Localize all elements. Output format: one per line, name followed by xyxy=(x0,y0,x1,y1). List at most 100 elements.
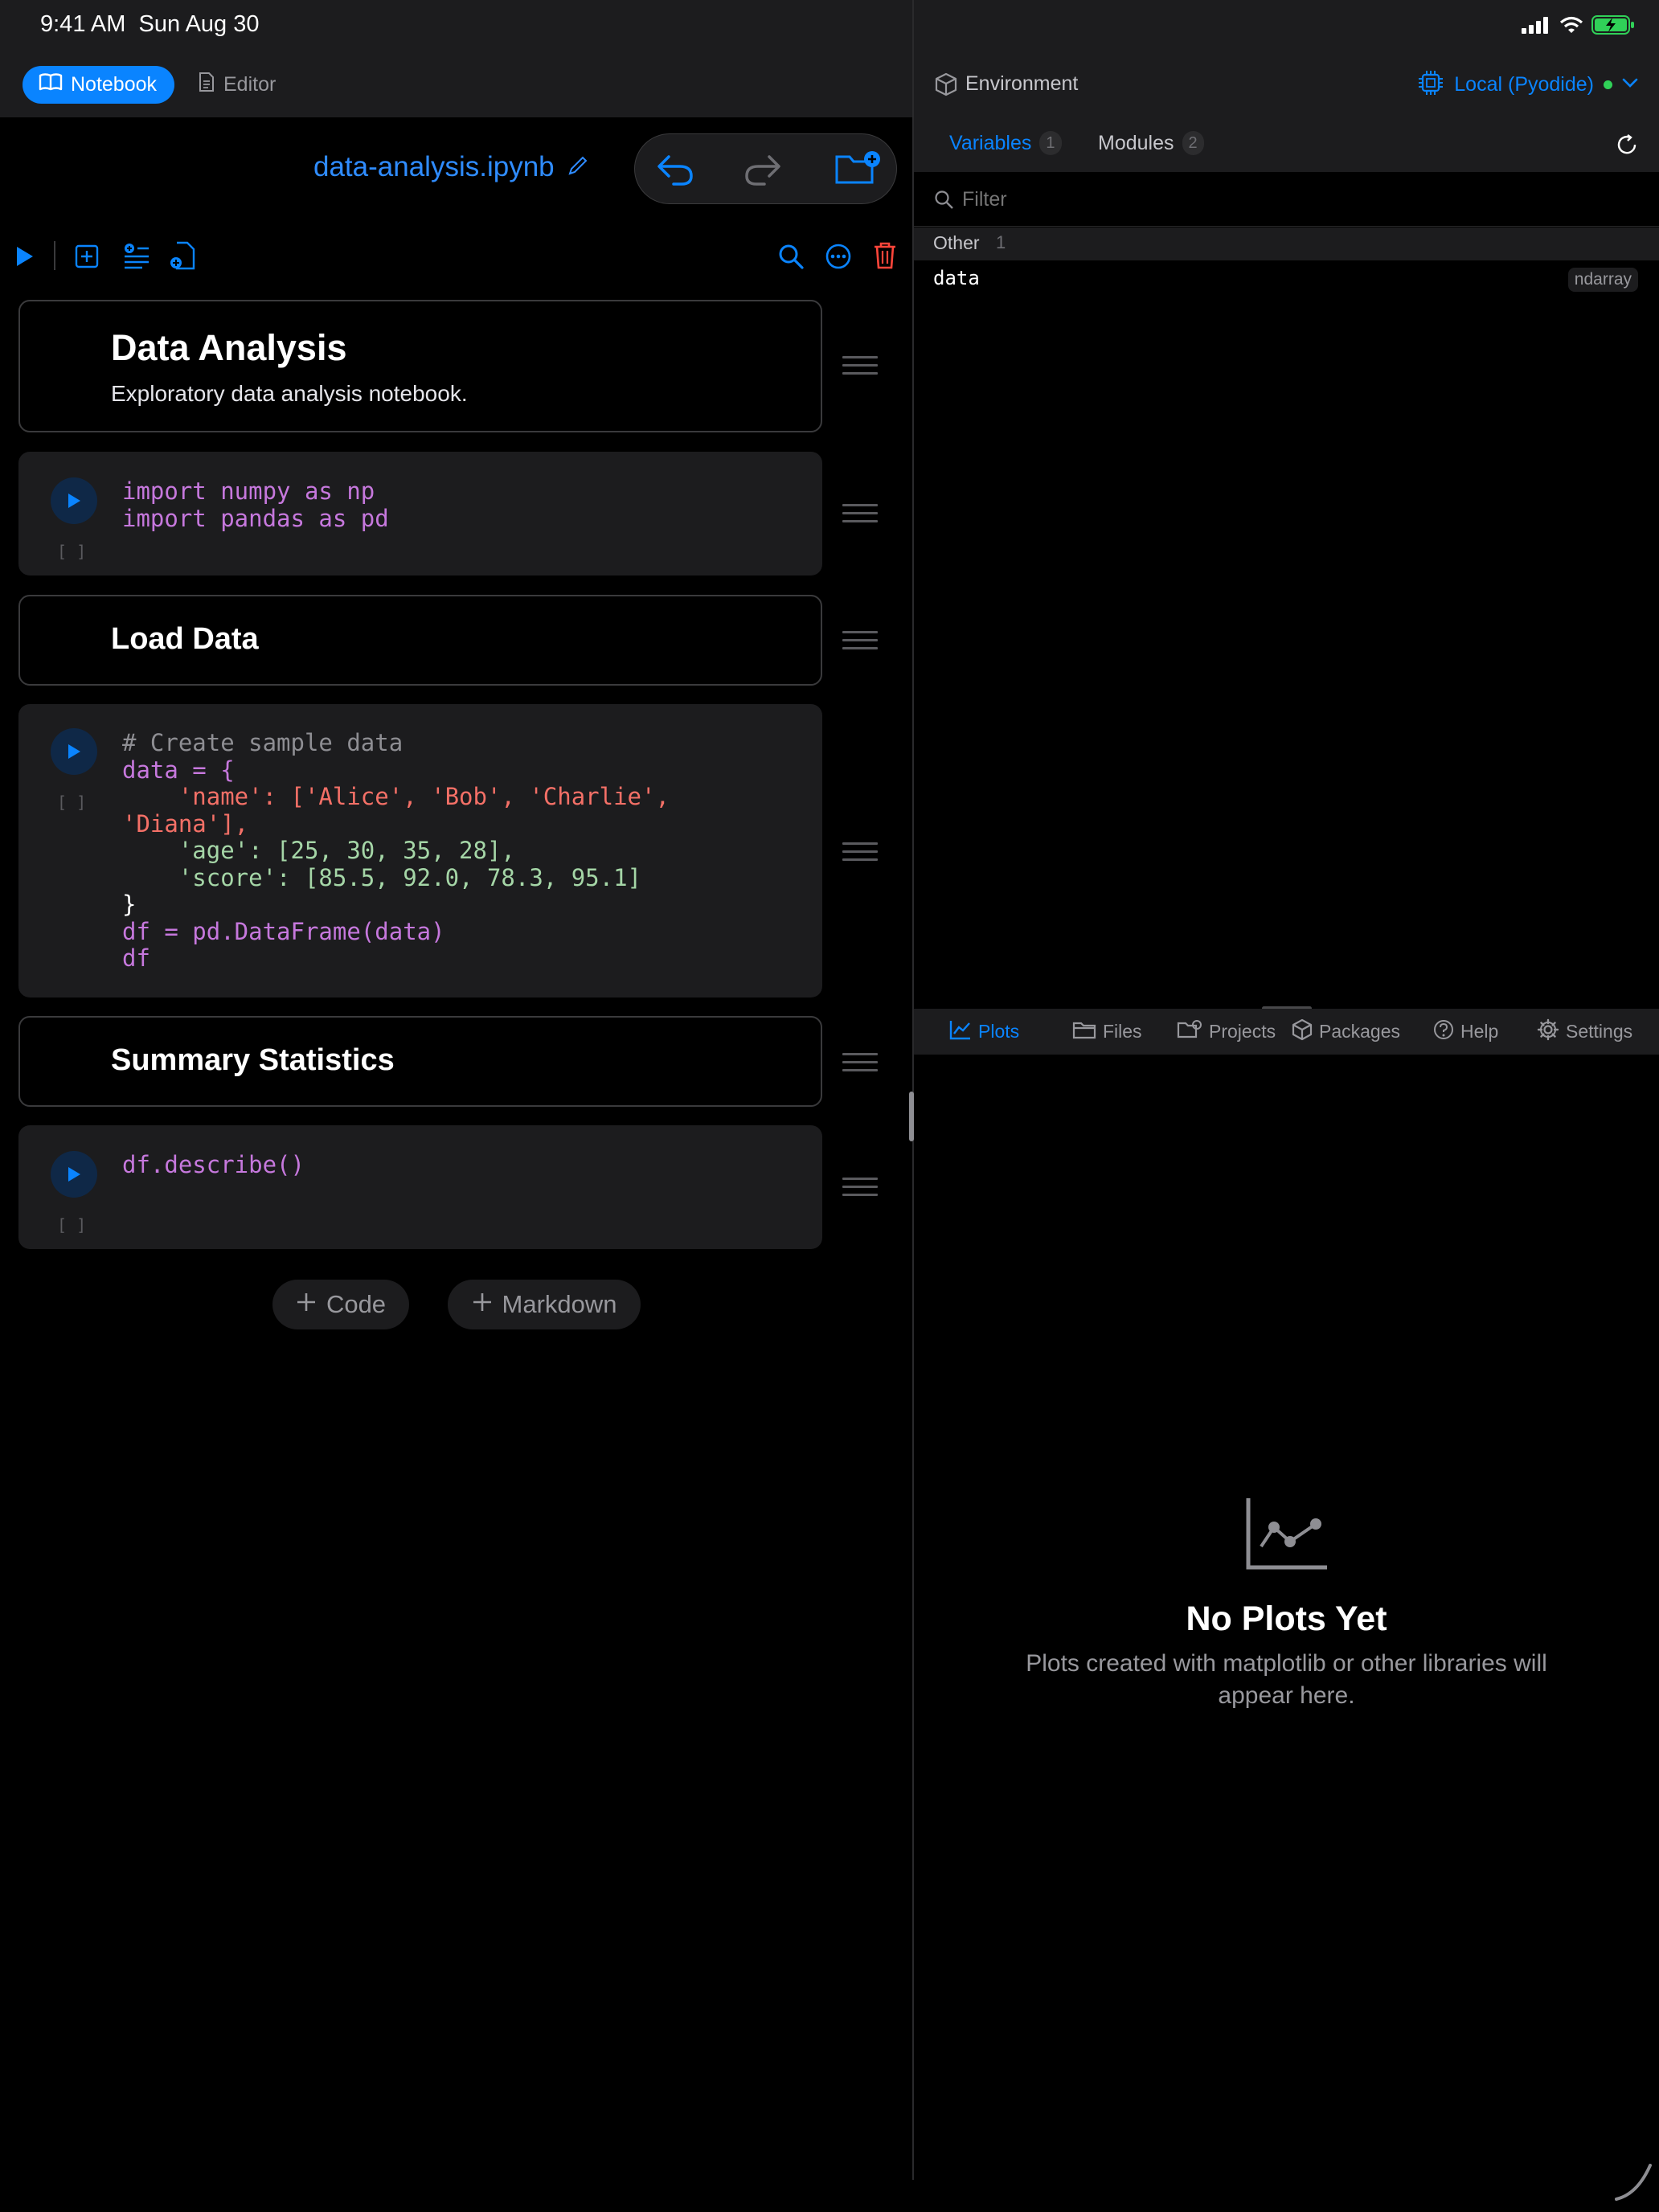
add-text-cell-icon[interactable] xyxy=(123,242,150,273)
redo-icon[interactable] xyxy=(743,152,782,191)
cell-heading: Load Data xyxy=(111,622,259,656)
more-options-icon[interactable] xyxy=(825,243,852,274)
notebook-tab[interactable]: Notebook xyxy=(23,66,175,104)
execution-count: [ ] xyxy=(57,542,87,561)
variables-count-badge: 1 xyxy=(1039,131,1062,155)
markdown-cell[interactable]: Summary Statistics xyxy=(18,1016,822,1107)
code-line: import pandas as pd xyxy=(122,504,389,532)
tab-settings[interactable]: Settings xyxy=(1537,1009,1632,1055)
status-date: Sun Aug 30 xyxy=(138,11,260,37)
help-icon xyxy=(1433,1019,1454,1045)
add-code-cell-button[interactable]: Code xyxy=(272,1280,409,1329)
empty-state-subtitle: Plots created with matplotlib or other l… xyxy=(1026,1650,1547,1709)
cell-heading: Data Analysis xyxy=(111,327,347,368)
document-icon xyxy=(198,72,215,98)
search-icon xyxy=(934,190,955,215)
drag-handle-icon[interactable] xyxy=(842,1178,878,1202)
tab-packages[interactable]: Packages xyxy=(1292,1009,1400,1055)
run-cell-button[interactable] xyxy=(51,1151,97,1198)
tab-files[interactable]: Files xyxy=(1072,1009,1142,1055)
cellular-signal-icon xyxy=(1521,15,1551,39)
tab-projects-label: Projects xyxy=(1209,1021,1276,1042)
filter-input[interactable] xyxy=(962,183,1637,215)
variable-name: data xyxy=(933,267,980,289)
add-markdown-label: Markdown xyxy=(502,1290,617,1318)
drag-handle-icon[interactable] xyxy=(842,842,878,866)
environment-header: Environment Local (Pyodide) xyxy=(914,0,1659,117)
code-line: # Create sample data xyxy=(122,729,403,756)
filter-bar xyxy=(914,172,1659,227)
runtime-selector[interactable]: Local (Pyodide) xyxy=(1417,69,1638,100)
app-root: 9:41 AM Sun Aug 30 Notebook Editor data-… xyxy=(0,0,1659,2212)
variable-type-badge: ndarray xyxy=(1567,268,1638,292)
drag-handle-icon[interactable] xyxy=(842,631,878,655)
history-toolbar xyxy=(634,133,897,204)
tab-files-label: Files xyxy=(1103,1021,1142,1042)
code-source[interactable]: # Create sample data data = { 'name': ['… xyxy=(122,729,670,973)
gear-icon xyxy=(1537,1018,1559,1046)
code-cell[interactable]: [ ] df.describe() xyxy=(18,1125,822,1249)
refresh-icon[interactable] xyxy=(1616,133,1638,160)
status-clock: 9:41 AM Sun Aug 30 xyxy=(40,11,260,38)
home-indicator-corner xyxy=(1613,2162,1653,2206)
battery-charging-icon xyxy=(1591,14,1635,39)
markdown-cell[interactable]: Data Analysis Exploratory data analysis … xyxy=(18,300,822,432)
add-cell-icon[interactable] xyxy=(74,244,100,273)
status-icons xyxy=(1521,14,1635,39)
toolbar-separator xyxy=(54,241,55,270)
cell-heading: Summary Statistics xyxy=(111,1043,395,1077)
code-line: data = { xyxy=(122,756,235,784)
editor-tab-label: Editor xyxy=(223,73,276,96)
line-chart-icon xyxy=(949,1019,972,1045)
status-time: 9:41 AM xyxy=(40,11,126,37)
add-markdown-cell-button[interactable]: Markdown xyxy=(448,1280,641,1329)
tab-help[interactable]: Help xyxy=(1433,1009,1498,1055)
pencil-icon xyxy=(567,151,588,183)
line-chart-icon xyxy=(1245,1497,1329,1575)
drag-handle-icon[interactable] xyxy=(842,504,878,528)
notebook-title-text: data-analysis.ipynb xyxy=(313,151,555,182)
code-source[interactable]: df.describe() xyxy=(122,1151,305,1179)
tab-packages-label: Packages xyxy=(1319,1021,1401,1042)
code-cell[interactable]: [ ] # Create sample data data = { 'name'… xyxy=(18,704,822,997)
notebook-pane: 9:41 AM Sun Aug 30 Notebook Editor data-… xyxy=(0,0,912,2212)
notebook-title[interactable]: data-analysis.ipynb xyxy=(313,151,588,183)
editor-tab[interactable]: Editor xyxy=(198,66,276,104)
tab-help-label: Help xyxy=(1460,1021,1499,1042)
run-all-icon[interactable] xyxy=(14,244,35,272)
tab-modules[interactable]: Modules 2 xyxy=(1098,131,1204,155)
wifi-icon xyxy=(1559,15,1583,39)
variable-row[interactable]: data ndarray xyxy=(914,260,1659,299)
tab-variables[interactable]: Variables 1 xyxy=(949,131,1062,155)
variables-section-header: Other 1 xyxy=(914,227,1659,260)
tab-plots[interactable]: Plots xyxy=(949,1009,1019,1055)
undo-icon[interactable] xyxy=(656,152,694,191)
code-cell[interactable]: [ ] import numpy as np import pandas as … xyxy=(18,452,822,576)
drag-handle-icon[interactable] xyxy=(842,1053,878,1077)
run-cell-button[interactable] xyxy=(51,728,97,775)
plus-icon xyxy=(296,1290,317,1319)
new-folder-icon[interactable] xyxy=(834,149,883,191)
code-source[interactable]: import numpy as np import pandas as pd xyxy=(122,477,389,532)
code-line: 'Diana'], xyxy=(122,809,249,838)
modules-count-badge: 2 xyxy=(1182,131,1204,155)
code-line: df xyxy=(122,944,150,972)
cpu-icon xyxy=(1417,69,1444,100)
runtime-status-dot xyxy=(1604,80,1612,89)
drag-handle-icon[interactable] xyxy=(842,356,878,380)
environment-title: Environment xyxy=(965,72,1079,95)
execution-count: [ ] xyxy=(57,1215,87,1235)
bottom-tabs: Plots Files Projects Packages Help Setti… xyxy=(914,1009,1659,1055)
code-line: 'name': ['Alice', 'Bob', 'Charlie', xyxy=(122,783,670,810)
add-file-cell-icon[interactable] xyxy=(169,240,196,275)
section-title: Other xyxy=(933,232,980,253)
trash-icon[interactable] xyxy=(873,241,897,274)
tab-projects[interactable]: Projects xyxy=(1177,1009,1276,1055)
add-code-label: Code xyxy=(326,1290,387,1318)
play-icon xyxy=(68,494,80,508)
runtime-label: Local (Pyodide) xyxy=(1454,73,1594,96)
run-cell-button[interactable] xyxy=(51,477,97,524)
markdown-cell[interactable]: Load Data xyxy=(18,595,822,686)
environment-title-bar: Environment Local (Pyodide) xyxy=(914,66,1659,104)
search-icon[interactable] xyxy=(777,243,805,274)
